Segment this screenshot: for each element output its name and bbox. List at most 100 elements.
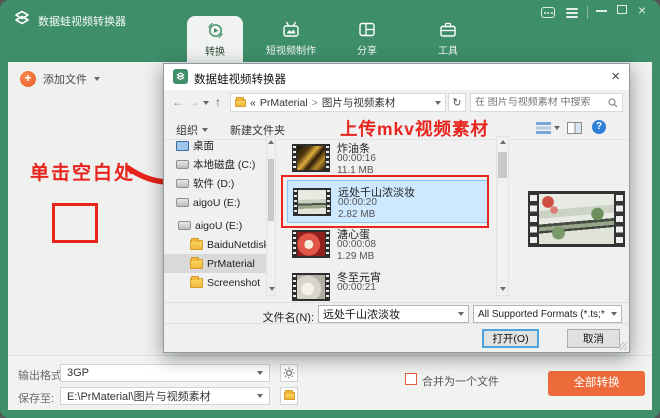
sidebar-item-label: BaiduNetdisk: [207, 238, 269, 251]
sidebar-item-label: 本地磁盘 (C:): [193, 159, 256, 171]
close-button[interactable]: ×: [638, 3, 646, 17]
sidebar-item-disk-c[interactable]: 本地磁盘 (C:): [164, 155, 276, 174]
scrollbar-thumb[interactable]: [268, 159, 274, 221]
address-bar[interactable]: « PrMaterial > 图片与视频素材: [230, 93, 446, 112]
add-file-button[interactable]: + 添加文件: [20, 71, 100, 87]
maximize-button[interactable]: [617, 5, 627, 14]
sidebar-scrollbar[interactable]: [266, 136, 276, 296]
sidebar-item-disk-e[interactable]: aigoU (E:): [164, 193, 276, 212]
annotation-selected-file-box: [281, 175, 489, 228]
file-row[interactable]: 溏心蛋 00:00:08 1.29 MB: [287, 223, 489, 266]
folder-icon: [235, 96, 246, 107]
video-thumbnail: [292, 230, 330, 258]
sidebar-item-desktop[interactable]: 桌面: [164, 136, 276, 155]
resize-grip[interactable]: [619, 342, 627, 350]
chevron-down-icon[interactable]: [458, 312, 464, 316]
video-thumbnail: [292, 144, 330, 172]
file-row[interactable]: 冬至元宵 00:00:21: [287, 266, 489, 302]
output-format-value: 3GP: [67, 367, 90, 379]
save-to-label: 保存至:: [18, 393, 55, 405]
file-duration: 00:00:16: [337, 153, 376, 164]
output-format-label: 输出格式:: [18, 370, 66, 382]
file-duration: 00:00:21: [337, 282, 376, 293]
chevron-down-icon: [257, 371, 263, 375]
sidebar-item-disk-d[interactable]: 软件 (D:): [164, 174, 276, 193]
scroll-up-icon[interactable]: [499, 140, 506, 144]
breadcrumb-part2[interactable]: 图片与视频素材: [322, 95, 396, 110]
filename-input[interactable]: [323, 308, 458, 320]
scroll-down-icon[interactable]: [500, 287, 506, 291]
app-title: 数据蛙视频转换器: [38, 16, 126, 28]
refresh-icon[interactable]: ↻: [448, 93, 466, 112]
save-to-select[interactable]: E:\PrMaterial\图片与视频素材: [60, 387, 270, 405]
tab-share[interactable]: 分享: [340, 20, 394, 57]
tab-short-video-label: 短视频制作: [266, 46, 316, 57]
file-row[interactable]: 炸油条 00:00:16 11.1 MB: [287, 137, 489, 180]
sidebar-item-baidunetdisk[interactable]: BaiduNetdisk: [164, 235, 276, 254]
format-filter-value: All Supported Formats (*.ts;*: [478, 308, 605, 320]
chevron-down-icon[interactable]: [435, 100, 441, 105]
search-input[interactable]: [475, 97, 608, 108]
gear-icon: [283, 367, 295, 379]
tab-tools[interactable]: 工具: [421, 20, 475, 57]
drive-icon: [176, 160, 189, 169]
tab-convert[interactable]: 转换: [187, 16, 243, 62]
annotation-empty-box: [52, 203, 98, 243]
search-box[interactable]: [470, 93, 623, 112]
cancel-button[interactable]: 取消: [567, 329, 620, 348]
feedback-icon[interactable]: [541, 7, 555, 18]
nav-back-icon[interactable]: ←: [172, 95, 184, 109]
minimize-button[interactable]: [596, 4, 607, 12]
file-list-scrollbar[interactable]: [496, 136, 509, 296]
preview-image: [539, 194, 614, 244]
tab-short-video[interactable]: 短视频制作: [258, 20, 324, 57]
footer-divider: [164, 302, 629, 303]
tab-share-label: 分享: [357, 46, 377, 57]
chevron-down-icon[interactable]: [94, 77, 100, 81]
search-icon: [608, 97, 618, 107]
view-options-icon[interactable]: [536, 122, 551, 134]
breadcrumb-part1[interactable]: PrMaterial: [260, 97, 308, 109]
drive-icon: [178, 221, 191, 230]
scroll-up-icon[interactable]: [268, 140, 274, 144]
convert-all-button[interactable]: 全部转换: [548, 371, 645, 396]
sidebar-item-disk-e-expanded[interactable]: aigoU (E:): [164, 216, 276, 235]
tab-tools-label: 工具: [438, 46, 458, 57]
convert-icon: [207, 22, 223, 39]
nav-up-icon[interactable]: ↑: [215, 95, 221, 109]
open-folder-button[interactable]: [280, 387, 298, 405]
file-size: 1.29 MB: [337, 251, 375, 262]
scroll-down-icon[interactable]: [269, 287, 275, 291]
folder-icon: [283, 390, 295, 400]
nav-history-chevron-icon[interactable]: [203, 101, 209, 105]
filename-combobox[interactable]: [318, 305, 469, 323]
sidebar-item-label: Screenshot: [207, 276, 261, 289]
format-filter-select[interactable]: All Supported Formats (*.ts;*: [473, 305, 622, 323]
dialog-app-icon: [173, 69, 188, 84]
format-settings-button[interactable]: [280, 364, 298, 382]
merge-checkbox-label[interactable]: 合并为一个文件: [422, 373, 499, 389]
nav-forward-icon[interactable]: →: [188, 95, 200, 109]
app-window: 数据蛙视频转换器 转换 短视频制作 分享 工具 × + 添加文件 单击空白处 输…: [0, 0, 660, 418]
output-format-select[interactable]: 3GP: [60, 364, 270, 382]
scrollbar-thumb[interactable]: [498, 152, 507, 178]
sidebar-item-screenshot[interactable]: Screenshot: [164, 273, 276, 292]
open-button[interactable]: 打开(O): [482, 329, 539, 348]
sidebar-item-prmaterial[interactable]: PrMaterial: [164, 254, 276, 273]
dialog-title: 数据蛙视频转换器: [194, 74, 286, 86]
annotation-upload: 上传mkv视频素材: [340, 119, 490, 139]
dialog-close-icon[interactable]: ×: [611, 68, 620, 85]
merge-checkbox[interactable]: [405, 373, 417, 385]
folder-icon: [190, 237, 203, 250]
button-strip-divider: [164, 323, 629, 324]
view-options-chevron-icon[interactable]: [554, 126, 560, 130]
breadcrumb-separator: >: [311, 96, 318, 109]
share-layout-icon: [359, 22, 375, 37]
menu-icon[interactable]: [566, 6, 578, 20]
preview-pane-icon[interactable]: [567, 122, 582, 134]
desktop-icon: [176, 140, 189, 151]
breadcrumb-collapse[interactable]: «: [250, 97, 256, 109]
app-logo-icon: [15, 10, 29, 25]
annotation-click-blank: 单击空白处: [30, 163, 136, 184]
help-icon[interactable]: ?: [592, 120, 606, 134]
